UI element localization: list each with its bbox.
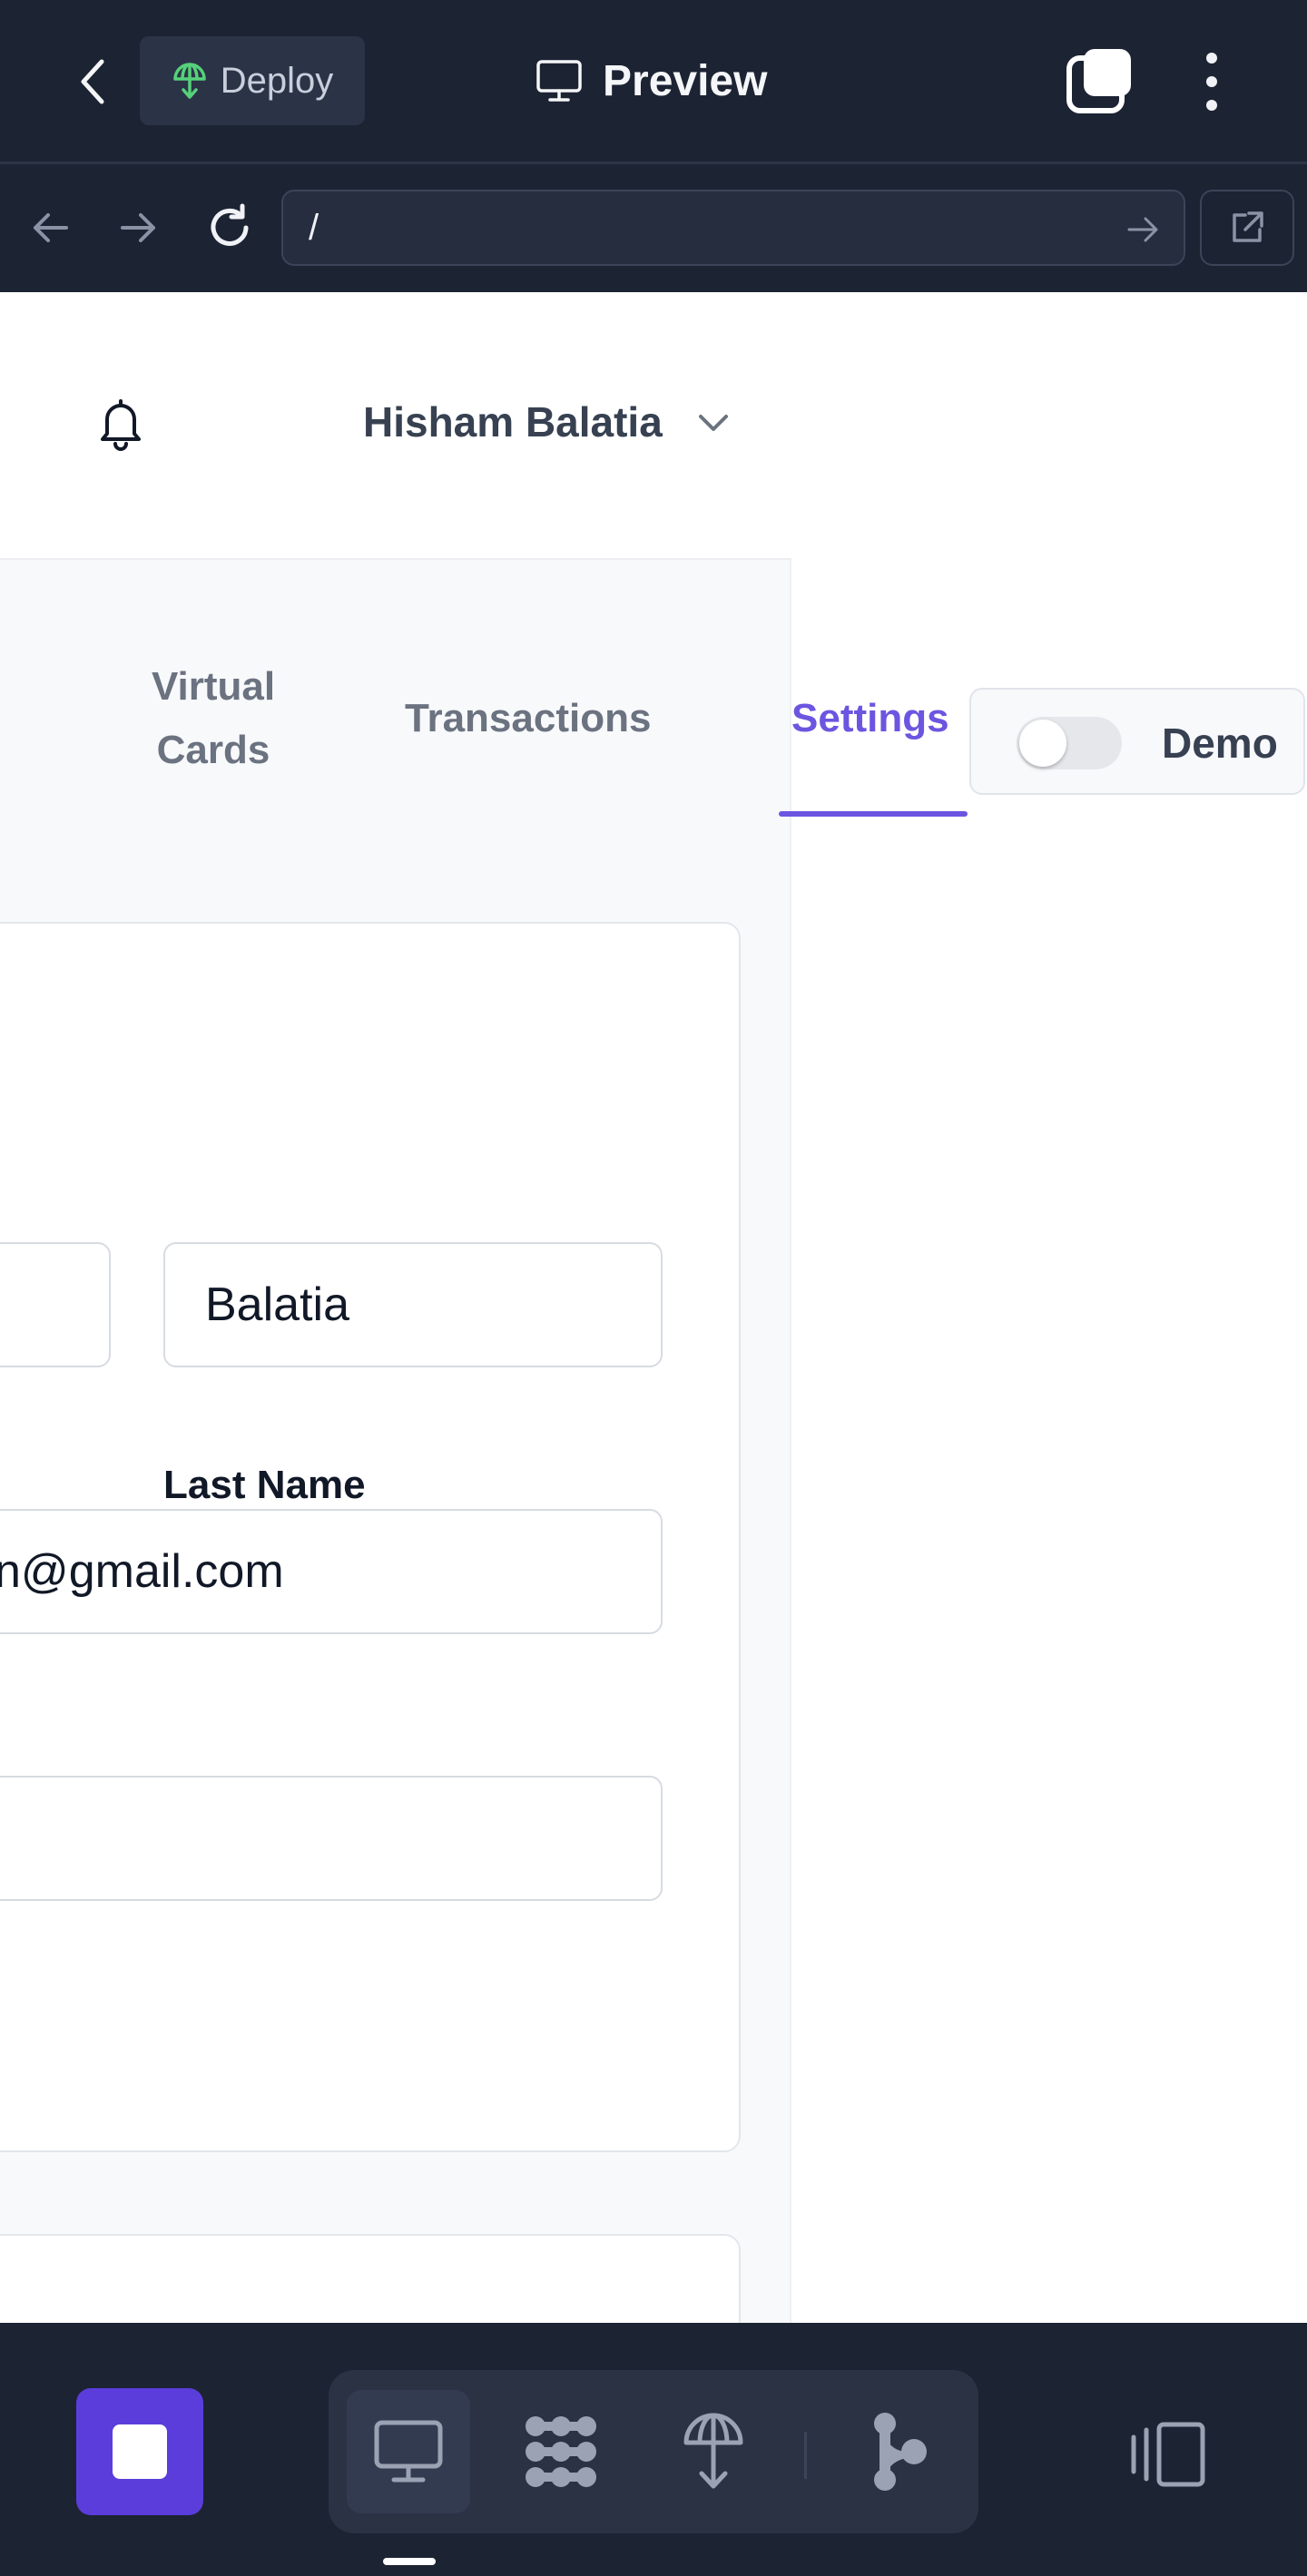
switch-knob [1019,720,1066,767]
first-name-input[interactable] [0,1242,111,1367]
back-chevron-icon [81,59,104,104]
arrow-right-icon [121,213,155,242]
tabs-icon [1066,49,1131,113]
email-input[interactable]: n@gmail.com [0,1509,663,1634]
last-name-label: Last Name [163,1463,366,1507]
browser-navbar: / [0,164,1307,292]
bell-icon [101,399,141,451]
more-options-button[interactable] [1180,40,1243,123]
secondary-card [0,2234,741,2323]
git-branch-icon [874,2413,927,2491]
active-tab-indicator [779,811,968,817]
git-tool-button[interactable] [837,2390,960,2513]
extensions-icon [526,2416,596,2487]
tool-dock [329,2370,978,2533]
device-preview-button[interactable] [1122,2414,1213,2495]
deploy-icon [683,2413,743,2489]
back-button[interactable] [56,45,129,118]
devices-icon [1131,2422,1205,2487]
more-vertical-icon [1206,53,1217,64]
app-topbar: Deploy Preview [0,0,1307,164]
url-text: / [309,207,319,248]
nav-back-button[interactable] [18,196,82,260]
webview-tool-button[interactable] [347,2390,470,2513]
notifications-button[interactable] [91,394,151,454]
stop-button[interactable] [76,2388,203,2515]
preview-title: Preview [536,36,767,125]
refresh-icon [211,203,249,246]
external-link-icon [1233,211,1263,242]
phone-input[interactable] [0,1776,663,1901]
tab-settings[interactable]: Settings [791,687,949,750]
url-input[interactable]: / [281,190,1185,266]
user-menu-name[interactable]: Hisham Balatia [363,397,663,446]
email-value: n@gmail.com [0,1545,284,1598]
arrow-left-icon [34,213,68,242]
demo-toggle[interactable]: Demo [969,688,1305,795]
last-name-input[interactable]: Balatia [163,1242,663,1367]
demo-label: Demo [1162,720,1278,767]
deploy-icon [172,63,206,99]
refresh-button[interactable] [198,196,261,260]
dock-separator [804,2432,807,2479]
deploy-button[interactable]: Deploy [140,36,365,125]
arrow-go-icon[interactable] [1124,210,1164,250]
preview-title-text: Preview [603,56,768,105]
deploy-label: Deploy [220,60,334,101]
app-page: Hisham Balatia g s Virtual Cards Transac… [0,292,791,2323]
nav-forward-button[interactable] [107,196,171,260]
last-name-value: Balatia [205,1278,349,1331]
bottom-toolbar [0,2323,1307,2576]
deployments-tool-button[interactable] [652,2390,775,2513]
preview-viewport: Hisham Balatia g s Virtual Cards Transac… [0,292,1307,2323]
extensions-tool-button[interactable] [499,2390,623,2513]
demo-switch[interactable] [1017,717,1122,769]
monitor-icon [536,60,582,102]
app-header: Hisham Balatia [0,292,791,560]
open-in-new-tab-button[interactable] [1200,190,1294,266]
tabs-button[interactable] [1060,44,1142,120]
home-indicator [383,2558,436,2565]
chevron-down-icon[interactable] [693,403,733,443]
monitor-icon [374,2420,443,2483]
stop-icon [113,2424,167,2479]
tab-virtual-cards[interactable]: Virtual Cards [136,655,290,782]
tab-transactions[interactable]: Transactions [405,687,651,750]
